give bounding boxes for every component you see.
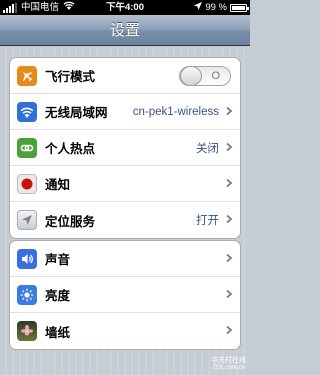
chain-link-icon xyxy=(17,138,37,158)
notification-dot-icon xyxy=(17,174,37,194)
location-arrow-icon xyxy=(17,210,37,230)
settings-row-personal-hotspot[interactable]: 个人热点 关闭 xyxy=(10,130,240,166)
sun-icon xyxy=(17,285,37,305)
settings-row-wifi[interactable]: 无线局域网 cn-pek1-wireless xyxy=(10,94,240,130)
toggle-knob xyxy=(180,67,202,85)
settings-row-airplane-mode: 飞行模式 O xyxy=(10,58,240,94)
location-services-status: 打开 xyxy=(196,215,219,227)
settings-group-network: 飞行模式 O 无线局域网 cn-pek1-wireless 个人热点 关闭 通知… xyxy=(9,57,241,239)
navigation-bar: 设置 xyxy=(0,15,250,46)
chevron-right-icon xyxy=(226,179,233,187)
battery-percent: 99 % xyxy=(205,2,227,13)
brightness-label: 亮度 xyxy=(45,288,71,303)
settings-row-location-services[interactable]: 定位服务 打开 xyxy=(10,202,240,238)
location-services-label: 定位服务 xyxy=(45,213,96,229)
page-title: 设置 xyxy=(109,22,140,39)
settings-row-sounds[interactable]: 声音 xyxy=(10,241,240,277)
status-bar-right: 99 % xyxy=(194,0,249,15)
personal-hotspot-status: 关闭 xyxy=(196,142,219,155)
chevron-right-icon xyxy=(226,290,233,298)
chevron-right-icon xyxy=(226,254,233,262)
chevron-right-icon xyxy=(226,143,233,151)
airplane-mode-toggle[interactable]: O xyxy=(179,66,231,86)
sounds-label: 声音 xyxy=(45,252,71,267)
settings-row-notifications[interactable]: 通知 xyxy=(10,166,240,202)
wallpaper-label: 墙纸 xyxy=(45,324,71,340)
watermark-line-1: 中关村在线 xyxy=(211,357,246,364)
settings-group-display: 声音 亮度 墙纸 xyxy=(9,240,241,350)
settings-list[interactable]: 飞行模式 O 无线局域网 cn-pek1-wireless 个人热点 关闭 通知… xyxy=(0,47,250,375)
settings-row-wallpaper[interactable]: 墙纸 xyxy=(10,313,240,349)
chevron-right-icon xyxy=(226,215,233,223)
personal-hotspot-label: 个人热点 xyxy=(45,141,96,156)
flower-icon xyxy=(17,321,37,341)
status-bar: 中国电信 下午4:00 99 % xyxy=(0,0,250,15)
wifi-network-name: cn-pek1-wireless xyxy=(132,105,219,118)
watermark-line-2: ZOL.com.cn xyxy=(212,365,245,371)
airplane-icon xyxy=(17,66,37,86)
battery-fill xyxy=(232,5,245,10)
speaker-icon xyxy=(17,249,37,269)
battery-icon xyxy=(230,3,249,12)
notifications-label: 通知 xyxy=(45,177,71,192)
toggle-off-label: O xyxy=(211,70,220,82)
wifi-icon xyxy=(17,102,37,122)
settings-row-brightness[interactable]: 亮度 xyxy=(10,277,240,313)
watermark-logo: 中关村在线 ZOL.com.cn xyxy=(211,355,246,371)
wifi-label: 无线局域网 xyxy=(45,105,108,120)
chevron-right-icon xyxy=(226,326,233,334)
location-services-icon xyxy=(194,0,203,15)
chevron-right-icon xyxy=(226,107,233,115)
airplane-mode-label: 飞行模式 xyxy=(45,69,96,84)
